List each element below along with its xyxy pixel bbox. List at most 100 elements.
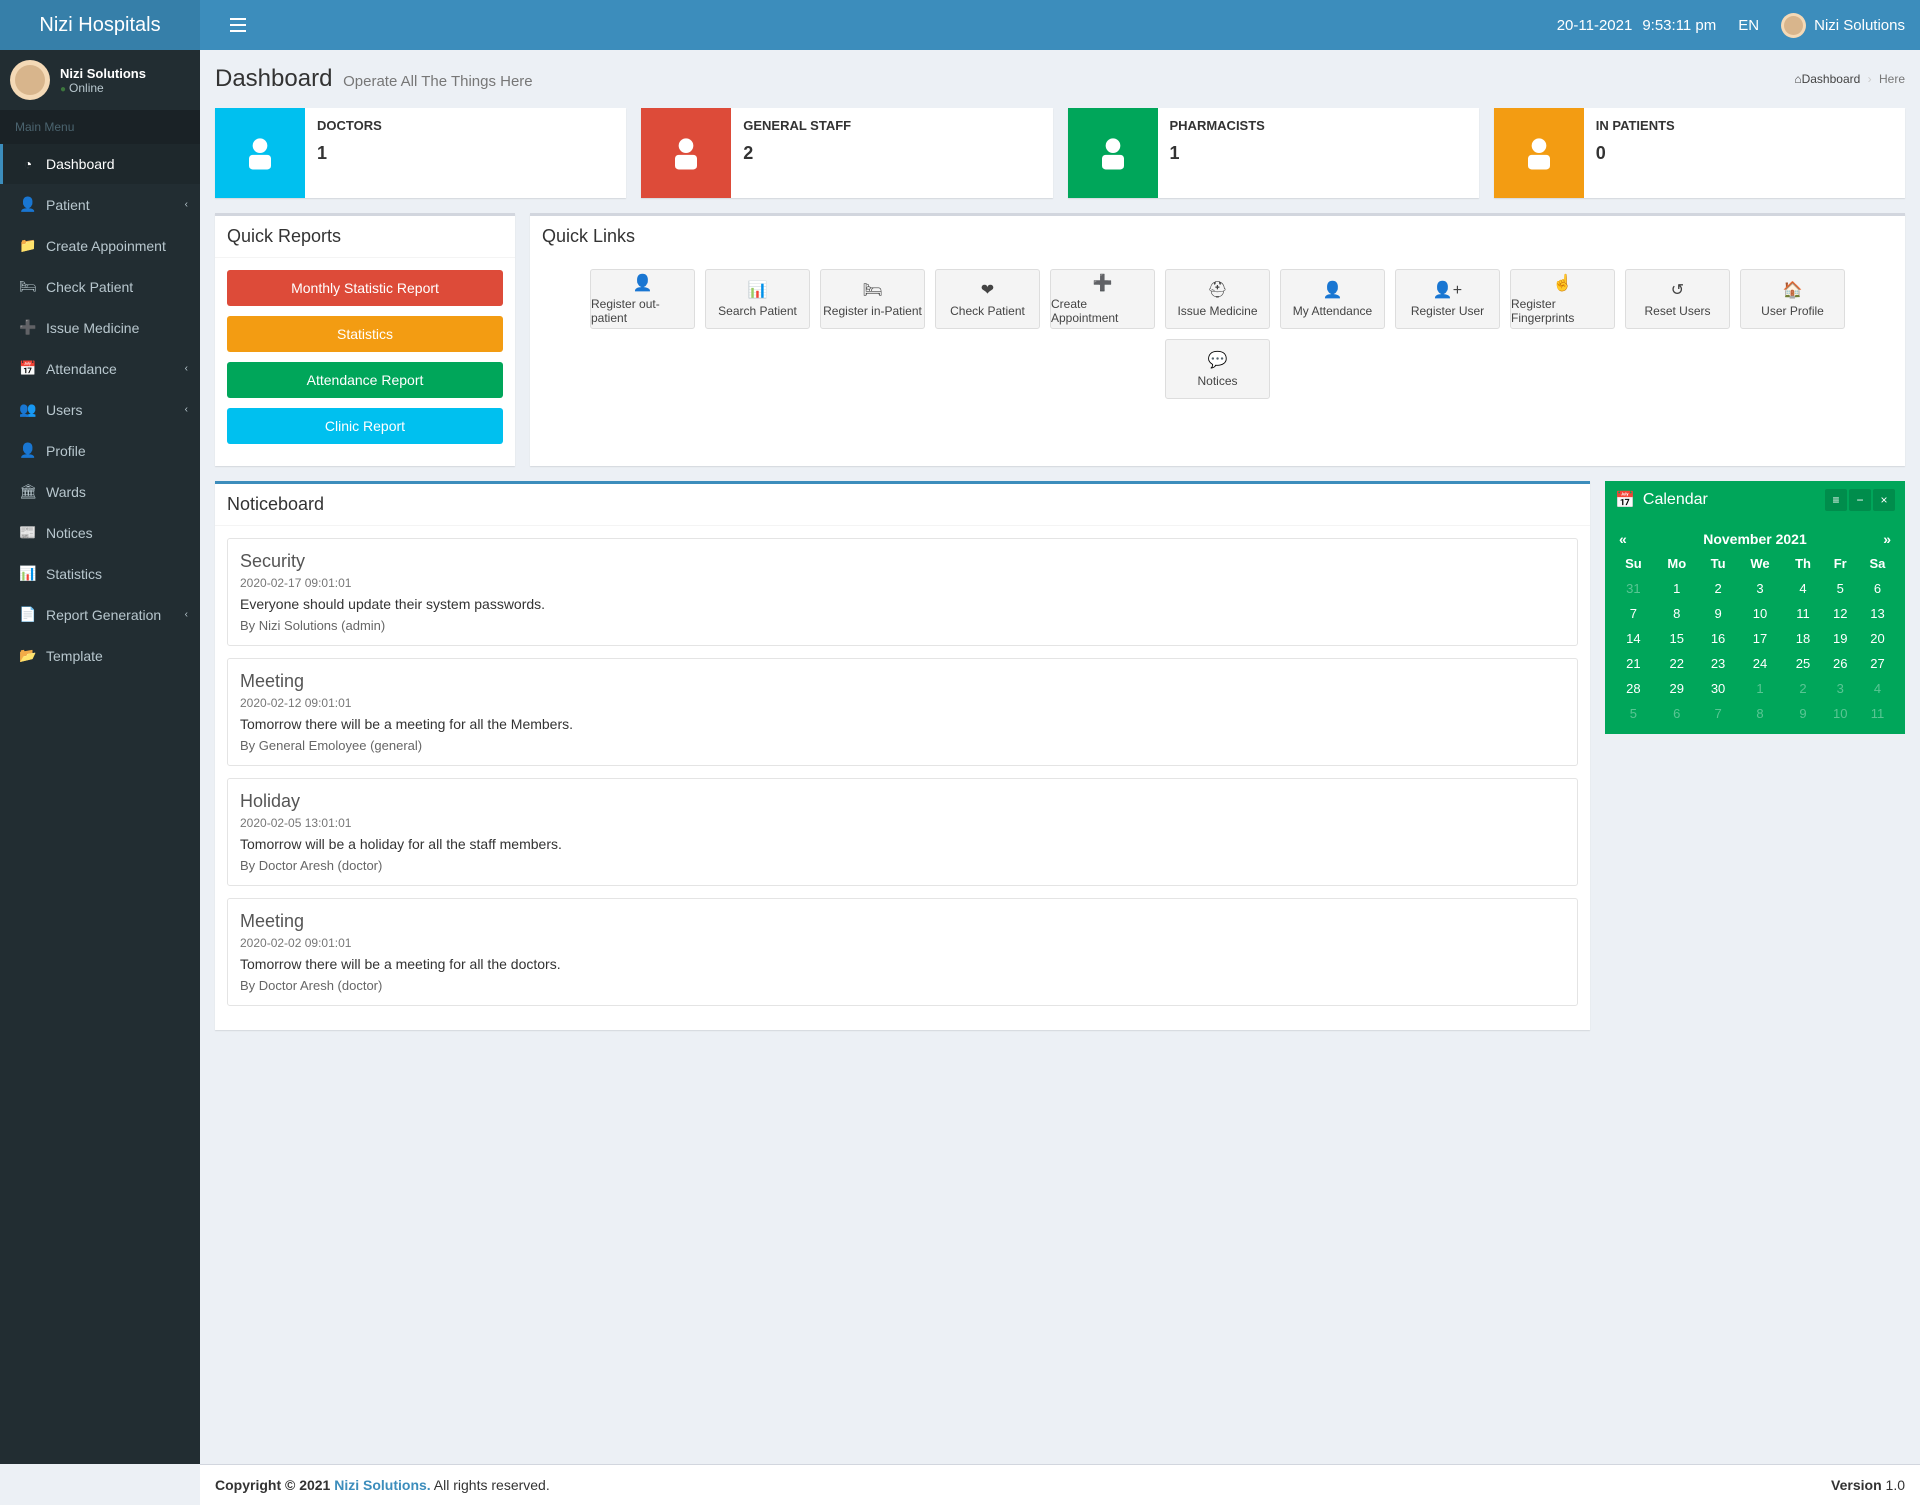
notice-item: Security2020-02-17 09:01:01Everyone shou… [227,538,1578,646]
calendar-day[interactable]: 21 [1613,651,1654,676]
calendar-day[interactable]: 15 [1654,626,1700,651]
sidebar-item-template[interactable]: 📂Template [0,635,200,676]
sidebar-item-wards[interactable]: 🏛Wards [0,471,200,512]
calendar-close-icon[interactable]: × [1873,489,1895,511]
calendar-day[interactable]: 29 [1654,676,1700,701]
quick-link-notices[interactable]: 💬Notices [1165,339,1270,399]
calendar-day[interactable]: 28 [1613,676,1654,701]
sidebar-item-issue-medicine[interactable]: ➕Issue Medicine [0,307,200,348]
calendar-day[interactable]: 1 [1654,576,1700,601]
header-time: 9:53:11 pm [1642,17,1716,34]
sidebar-item-profile[interactable]: 👤Profile [0,430,200,471]
page-title: Dashboard Operate All The Things Here [215,65,533,93]
calendar-day[interactable]: 2 [1784,676,1823,701]
calendar-day[interactable]: 5 [1613,701,1654,726]
calendar-dow: Mo [1654,551,1700,576]
calendar-day[interactable]: 14 [1613,626,1654,651]
calendar-day[interactable]: 19 [1823,626,1858,651]
quick-report-button[interactable]: Attendance Report [227,362,503,398]
sidebar-item-label: Attendance [46,361,117,377]
sidebar-item-report-generation[interactable]: 📄Report Generation‹ [0,594,200,635]
quick-link-label: Register User [1411,304,1484,318]
sidebar-item-notices[interactable]: 📰Notices [0,512,200,553]
calendar-day[interactable]: 11 [1784,601,1823,626]
calendar-day[interactable]: 9 [1784,701,1823,726]
calendar-day[interactable]: 11 [1858,701,1897,726]
quick-report-button[interactable]: Statistics [227,316,503,352]
calendar-day[interactable]: 13 [1858,601,1897,626]
calendar-day[interactable]: 16 [1700,626,1737,651]
calendar-day[interactable]: 8 [1654,601,1700,626]
sidebar-item-attendance[interactable]: 📅Attendance‹ [0,348,200,389]
calendar-day[interactable]: 31 [1613,576,1654,601]
stat-box-pharmacists: PHARMACISTS1 [1068,108,1479,198]
avatar [10,60,50,100]
calendar-day[interactable]: 2 [1700,576,1737,601]
calendar-day[interactable]: 12 [1823,601,1858,626]
sidebar-item-users[interactable]: 👥Users‹ [0,389,200,430]
calendar-day[interactable]: 20 [1858,626,1897,651]
calendar-day[interactable]: 4 [1784,576,1823,601]
quick-links-box: Quick Links 👤Register out-patient📊Search… [530,213,1905,466]
quick-link-reset-users[interactable]: ↺Reset Users [1625,269,1730,329]
calendar-day[interactable]: 1 [1736,676,1783,701]
calendar-day[interactable]: 24 [1736,651,1783,676]
sidebar-toggle-icon[interactable] [215,3,261,47]
quick-link-register-out-patient[interactable]: 👤Register out-patient [590,269,695,329]
calendar-day[interactable]: 26 [1823,651,1858,676]
calendar-day[interactable]: 17 [1736,626,1783,651]
calendar-day[interactable]: 18 [1784,626,1823,651]
quick-report-button[interactable]: Monthly Statistic Report [227,270,503,306]
quick-link-register-fingerprints[interactable]: ☝Register Fingerprints [1510,269,1615,329]
calendar-day[interactable]: 10 [1823,701,1858,726]
quick-link-register-user[interactable]: 👤+Register User [1395,269,1500,329]
sidebar-item-check-patient[interactable]: 🛏Check Patient [0,266,200,307]
quick-link-user-profile[interactable]: 🏠User Profile [1740,269,1845,329]
quick-link-create-appointment[interactable]: ➕Create Appointment [1050,269,1155,329]
calendar-icon: 📅 [18,360,38,377]
calendar-day[interactable]: 5 [1823,576,1858,601]
sidebar-item-dashboard[interactable]: ◔Dashboard [0,144,200,184]
quick-link-issue-medicine[interactable]: ⛑Issue Medicine [1165,269,1270,329]
calendar-collapse-icon[interactable]: − [1849,489,1871,511]
quick-report-button[interactable]: Clinic Report [227,408,503,444]
calendar-day[interactable]: 4 [1858,676,1897,701]
calendar-day[interactable]: 23 [1700,651,1737,676]
quick-link-my-attendance[interactable]: 👤My Attendance [1280,269,1385,329]
calendar-dow: Su [1613,551,1654,576]
notice-timestamp: 2020-02-12 09:01:01 [240,696,1565,710]
calendar-day[interactable]: 30 [1700,676,1737,701]
sidebar-item-patient[interactable]: 👤Patient‹ [0,184,200,225]
quick-link-check-patient[interactable]: ❤Check Patient [935,269,1040,329]
calendar-menu-icon[interactable]: ≡ [1825,489,1847,511]
calendar-day[interactable]: 8 [1736,701,1783,726]
calendar-next-icon[interactable]: » [1883,531,1891,547]
sidebar-item-statistics[interactable]: 📊Statistics [0,553,200,594]
quick-link-search-patient[interactable]: 📊Search Patient [705,269,810,329]
footer-company-link[interactable]: Nizi Solutions. [334,1477,430,1493]
notice-icon: 📰 [18,524,38,541]
quick-link-register-in-patient[interactable]: 🛏Register in-Patient [820,269,925,329]
language-switch[interactable]: EN [1734,17,1763,34]
calendar-prev-icon[interactable]: « [1619,531,1627,547]
calendar-day[interactable]: 3 [1823,676,1858,701]
calendar-day[interactable]: 10 [1736,601,1783,626]
header-user-menu[interactable]: Nizi Solutions [1781,13,1905,38]
calendar-day[interactable]: 3 [1736,576,1783,601]
calendar-day[interactable]: 6 [1858,576,1897,601]
header-date: 20-11-2021 [1557,17,1633,34]
calendar-day[interactable]: 7 [1613,601,1654,626]
stat-title: DOCTORS [317,118,382,133]
header-datetime: 20-11-2021 9:53:11 pm [1557,17,1717,34]
calendar-day[interactable]: 27 [1858,651,1897,676]
calendar-day[interactable]: 22 [1654,651,1700,676]
brand-logo[interactable]: Nizi Hospitals [0,0,200,50]
breadcrumb-root[interactable]: Dashboard [1802,72,1861,86]
calendar-day[interactable]: 6 [1654,701,1700,726]
calendar-day[interactable]: 7 [1700,701,1737,726]
calendar-dow: Sa [1858,551,1897,576]
calendar-day[interactable]: 9 [1700,601,1737,626]
calendar-day[interactable]: 25 [1784,651,1823,676]
quick-link-label: User Profile [1761,304,1824,318]
sidebar-item-create-appoinment[interactable]: 📁Create Appoinment [0,225,200,266]
